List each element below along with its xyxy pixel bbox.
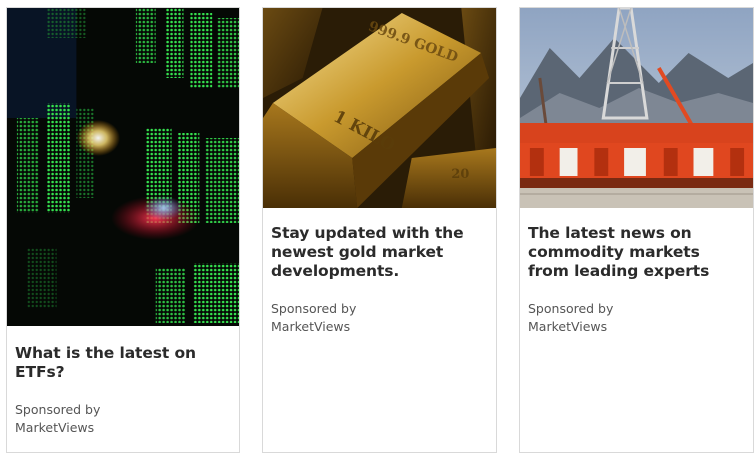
sponsor-prefix: Sponsored by: [528, 301, 614, 316]
card-headline[interactable]: Stay updated with the newest gold market…: [271, 224, 488, 281]
sponsor-name: MarketViews: [271, 319, 351, 334]
sponsored-card-gold[interactable]: 999.9 GOLD 1 KILO 20 Stay updated with t…: [262, 7, 497, 453]
sponsor-prefix: Sponsored by: [271, 301, 357, 316]
sponsored-card-etfs[interactable]: What is the latest on ETFs? Sponsored by…: [6, 7, 240, 453]
sponsored-card-commodities[interactable]: The latest news on commodity markets fro…: [519, 7, 754, 453]
gold-bars-image[interactable]: 999.9 GOLD 1 KILO 20: [263, 8, 496, 208]
sponsor-label: Sponsored by MarketViews: [15, 401, 231, 437]
sponsor-label: Sponsored by MarketViews: [528, 300, 745, 336]
sponsor-name: MarketViews: [528, 319, 608, 334]
sponsor-label: Sponsored by MarketViews: [271, 300, 488, 336]
card-headline[interactable]: What is the latest on ETFs?: [15, 344, 231, 382]
gold-bar-corner-engraving: 20: [451, 167, 469, 182]
sponsor-name: MarketViews: [15, 420, 95, 435]
stock-ticker-board-image[interactable]: [7, 8, 239, 326]
card-headline[interactable]: The latest news on commodity markets fro…: [528, 224, 745, 281]
sponsor-prefix: Sponsored by: [15, 402, 101, 417]
offshore-oil-rig-image[interactable]: [520, 8, 753, 208]
